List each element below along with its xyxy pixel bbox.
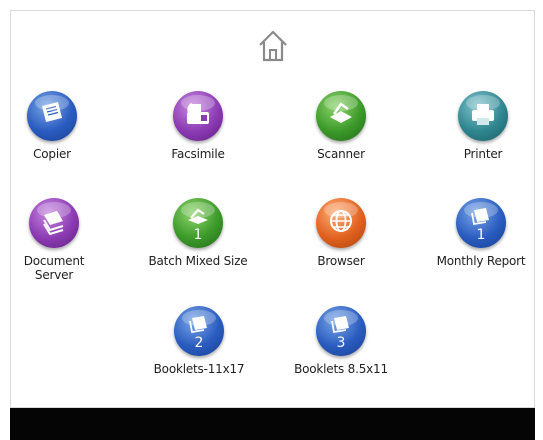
printer-button[interactable]: Printer <box>428 91 538 161</box>
monthly-report-button[interactable]: 1 Monthly Report <box>426 198 536 268</box>
document-stack-icon: 1 <box>456 198 506 248</box>
document-stack-icon: 2 <box>174 306 224 356</box>
monthly-report-label: Monthly Report <box>436 254 526 268</box>
browser-button[interactable]: Browser <box>286 198 396 268</box>
booklets-11x17-label: Booklets-11x17 <box>153 362 245 376</box>
badge-number: 1 <box>193 227 203 243</box>
badge-number: 2 <box>194 335 204 351</box>
printer-label: Printer <box>463 147 503 161</box>
printer-icon <box>458 91 508 141</box>
badge-number: 3 <box>336 335 346 351</box>
home-icon <box>259 30 287 62</box>
facsimile-button[interactable]: Facsimile <box>143 91 253 161</box>
badge-number: 1 <box>476 227 486 243</box>
home-button[interactable] <box>257 28 289 64</box>
scanner-label: Scanner <box>317 147 365 161</box>
batch-mixed-size-label: Batch Mixed Size <box>148 254 248 268</box>
facsimile-label: Facsimile <box>171 147 225 161</box>
batch-mixed-size-button[interactable]: 1 Batch Mixed Size <box>143 198 253 268</box>
copier-icon <box>27 91 77 141</box>
globe-icon <box>316 198 366 248</box>
scanner-icon <box>316 91 366 141</box>
scanner-icon: 1 <box>173 198 223 248</box>
document-server-button[interactable]: Document Server <box>0 198 109 282</box>
document-server-icon <box>29 198 79 248</box>
document-server-label-line1: Document <box>23 254 85 268</box>
document-server-label-line2: Server <box>34 268 74 282</box>
booklets-8-5x11-label: Booklets 8.5x11 <box>294 362 388 376</box>
copier-button[interactable]: Copier <box>0 91 107 161</box>
copier-label: Copier <box>33 147 71 161</box>
bottom-system-bar <box>10 408 535 440</box>
booklets-8-5x11-button[interactable]: 3 Booklets 8.5x11 <box>286 306 396 376</box>
scanner-button[interactable]: Scanner <box>286 91 396 161</box>
fax-icon <box>173 91 223 141</box>
browser-label: Browser <box>317 254 365 268</box>
document-stack-icon: 3 <box>316 306 366 356</box>
booklets-11x17-button[interactable]: 2 Booklets-11x17 <box>144 306 254 376</box>
